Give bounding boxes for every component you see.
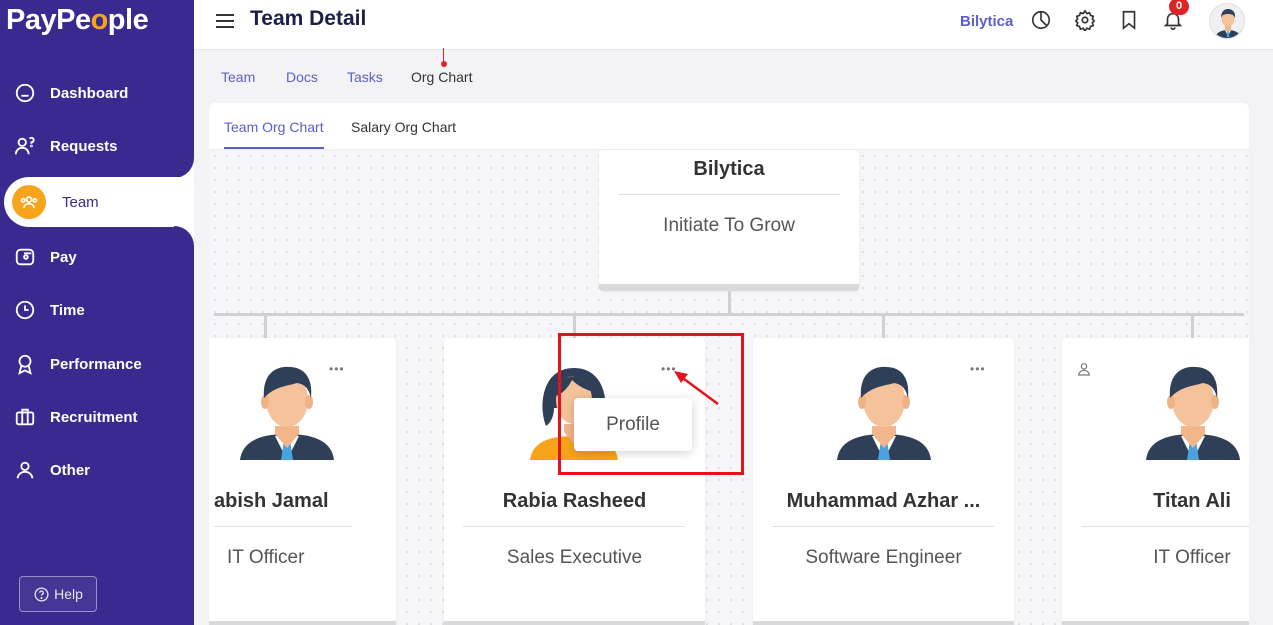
sidebar-item-pay[interactable]: Pay	[0, 235, 194, 279]
team-icon	[12, 185, 46, 219]
sidebar-item-label: Requests	[50, 137, 118, 155]
user-icon	[14, 459, 36, 481]
annotation-arrow-icon	[674, 371, 719, 406]
notification-badge: 0	[1169, 0, 1189, 15]
requests-icon	[14, 135, 36, 157]
divider	[772, 526, 994, 527]
org-connector	[214, 313, 1244, 316]
divider	[463, 526, 685, 527]
more-options-icon[interactable]: •••	[329, 362, 345, 376]
org-member-card[interactable]: Titan Ali IT Officer	[1062, 338, 1249, 625]
company-name[interactable]: Bilytica	[960, 13, 1013, 30]
sidebar-item-recruitment[interactable]: Recruitment	[0, 395, 194, 439]
sidebar-item-label: Team	[62, 193, 99, 211]
sidebar: PayPeople Dashboard Requests Team Pay Ti…	[0, 0, 194, 625]
member-role: Sales Executive	[506, 547, 643, 568]
bookmark-icon[interactable]	[1118, 9, 1142, 33]
male-avatar-icon	[1146, 366, 1240, 460]
help-label: Help	[54, 586, 83, 602]
subtab-team-org-chart[interactable]: Team Org Chart	[224, 119, 324, 149]
sidebar-item-label: Other	[50, 461, 91, 479]
clock-icon	[14, 299, 36, 321]
subtab-salary-org-chart[interactable]: Salary Org Chart	[351, 119, 456, 147]
org-member-card[interactable]: ••• abish Jamal IT Officer	[209, 338, 396, 625]
tab-docs[interactable]: Docs	[286, 69, 318, 85]
sidebar-item-label: Time	[50, 301, 85, 319]
annotation-dot	[441, 61, 447, 67]
hamburger-menu-icon[interactable]	[216, 14, 234, 28]
tab-tasks[interactable]: Tasks	[347, 69, 383, 85]
help-button[interactable]: Help	[19, 576, 97, 612]
member-role: Software Engineer	[805, 547, 962, 568]
avatar[interactable]	[1209, 3, 1245, 39]
sidebar-item-label: Pay	[50, 248, 77, 266]
member-role: IT Officer	[227, 547, 305, 568]
male-avatar-icon	[837, 366, 931, 460]
page-title: Team Detail	[250, 7, 367, 30]
gear-icon[interactable]	[1074, 9, 1098, 33]
org-connector	[728, 291, 731, 314]
org-connector	[264, 316, 267, 338]
home-icon	[14, 82, 36, 104]
org-connector	[882, 316, 885, 338]
paypeople-logo[interactable]: PayPeople	[6, 4, 149, 37]
sidebar-item-team[interactable]: Team	[4, 177, 194, 227]
member-name: Rabia Rasheed	[502, 490, 647, 512]
card-footer-bar	[444, 621, 705, 625]
annotation-line	[443, 48, 444, 62]
sidebar-item-other[interactable]: Other	[0, 448, 194, 492]
sidebar-item-dashboard[interactable]: Dashboard	[0, 71, 194, 115]
wallet-icon	[14, 246, 36, 268]
card-footer-bar	[1062, 621, 1249, 625]
male-avatar-icon	[240, 366, 334, 460]
help-icon	[34, 586, 49, 602]
divider	[1081, 526, 1249, 527]
award-icon	[14, 353, 36, 375]
pie-chart-icon[interactable]	[1030, 9, 1054, 33]
sidebar-item-label: Recruitment	[50, 408, 138, 426]
org-member-card[interactable]: ••• Muhammad Azhar ... Software Engineer	[753, 338, 1014, 625]
divider	[618, 194, 840, 195]
member-name: abish Jamal	[214, 490, 329, 512]
card-footer-bar	[753, 621, 1014, 625]
sidebar-item-requests[interactable]: Requests	[0, 124, 194, 168]
member-role: IT Officer	[1153, 547, 1231, 568]
tab-org-chart[interactable]: Org Chart	[411, 69, 472, 85]
sidebar-item-label: Performance	[50, 355, 142, 373]
user-icon[interactable]	[1076, 360, 1092, 378]
more-options-icon[interactable]: •••	[970, 362, 986, 376]
sidebar-item-time[interactable]: Time	[0, 288, 194, 332]
sidebar-item-label: Dashboard	[50, 84, 129, 102]
tab-team[interactable]: Team	[221, 69, 255, 85]
card-footer-bar	[599, 284, 859, 291]
divider	[214, 526, 352, 527]
sidebar-item-performance[interactable]: Performance	[0, 342, 194, 386]
org-root-subtitle: Initiate To Grow	[663, 215, 795, 236]
top-header: Team Detail Bilytica 0	[194, 0, 1273, 50]
org-connector	[1191, 316, 1194, 338]
briefcase-icon	[14, 406, 36, 428]
org-root-card[interactable]: Bilytica Initiate To Grow	[599, 150, 859, 291]
org-root-name: Bilytica	[693, 158, 765, 180]
card-footer-bar	[209, 621, 396, 625]
scrollbar[interactable]	[1262, 50, 1273, 625]
member-name: Titan Ali	[1153, 490, 1231, 512]
member-name: Muhammad Azhar ...	[786, 490, 981, 512]
